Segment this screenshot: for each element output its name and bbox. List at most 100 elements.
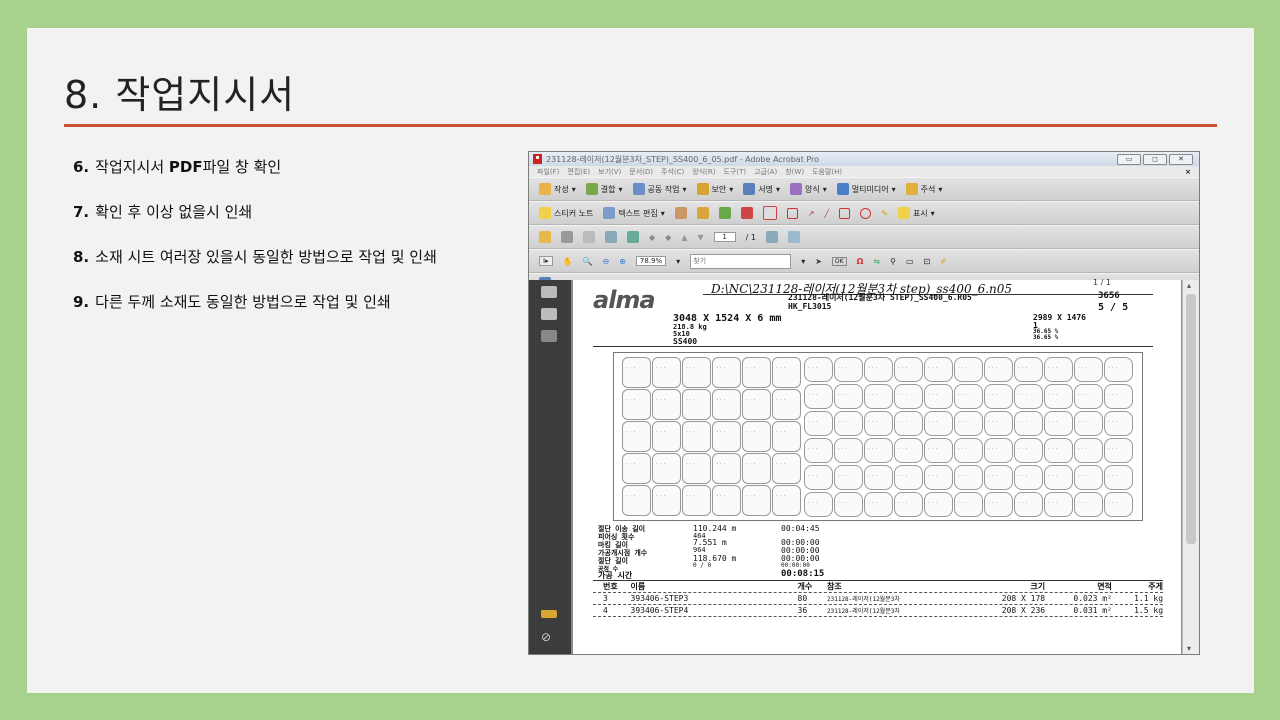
create-button[interactable]: 작성 ▾ — [539, 183, 576, 195]
hand-tool-icon[interactable]: ✋ — [563, 257, 573, 266]
menu-view[interactable]: 보기(V) — [598, 167, 621, 177]
close-document-icon[interactable]: × — [1185, 168, 1191, 176]
zoom-select[interactable]: 78.9% — [635, 256, 667, 266]
nested-part — [652, 485, 681, 516]
pages-panel-icon[interactable] — [541, 286, 557, 298]
nested-part — [804, 357, 833, 382]
ok-icon[interactable]: OK — [831, 256, 847, 266]
combine-button[interactable]: 결합 ▾ — [585, 183, 623, 195]
zoom-in-icon[interactable]: ⊕ — [619, 257, 626, 266]
zoom-out-icon[interactable]: ⊖ — [603, 257, 610, 266]
menu-tools[interactable]: 도구(T) — [723, 167, 746, 177]
scroll-down-icon[interactable]: ▾ — [1187, 644, 1191, 653]
cell-name: 393406-STEP4 — [630, 606, 689, 615]
nested-part — [864, 357, 893, 382]
secure-button[interactable]: 보안 ▾ — [696, 183, 733, 195]
link-icon[interactable]: ⇋ — [873, 257, 880, 266]
nested-part — [712, 357, 741, 388]
bookmarks-panel-icon[interactable] — [541, 308, 557, 320]
first-page-icon[interactable]: ▲ — [681, 233, 687, 242]
rectangle-tool-icon[interactable] — [786, 207, 798, 219]
comment-button[interactable]: 주석 ▾ — [905, 183, 942, 195]
menu-bar: 파일(F) 편집(E) 보기(V) 문서(D) 주석(C) 양식(R) 도구(T… — [529, 166, 1199, 177]
save-icon[interactable] — [583, 231, 595, 243]
scroll-up-icon[interactable]: ▴ — [1187, 281, 1191, 290]
previous-page-icon[interactable]: ◆ — [649, 233, 655, 242]
info-line — [593, 346, 1153, 347]
nested-part — [984, 492, 1013, 517]
sticky-note-button[interactable]: 스티커 노트 — [539, 207, 593, 219]
minimize-button[interactable]: ▭ — [1117, 153, 1141, 165]
next-page-icon[interactable]: ◆ — [665, 233, 671, 242]
fit-page-icon[interactable] — [765, 231, 778, 243]
maximize-button[interactable]: ◻ — [1143, 153, 1167, 165]
oval-tool-icon[interactable] — [860, 207, 872, 219]
scrollbar-thumb[interactable] — [1186, 294, 1196, 544]
menu-forms[interactable]: 양식(R) — [692, 167, 715, 177]
parts-table: 번호 이름 개수 참조 크기 면적 주게 3 393406-STEP3 80 2… — [593, 580, 1163, 617]
nested-part — [682, 485, 711, 516]
multimedia-button[interactable]: 멀티미디어 ▾ — [836, 183, 896, 195]
nested-part — [1074, 438, 1103, 463]
arrow-tool-icon[interactable]: ↗ — [808, 209, 815, 218]
vertical-scrollbar[interactable]: ▴ ▾ — [1182, 280, 1199, 654]
attach-icon[interactable]: ⚲ — [890, 257, 896, 266]
forms-button[interactable]: 양식 ▾ — [790, 183, 827, 195]
menu-comment[interactable]: 주석(C) — [661, 167, 684, 177]
line-tool-icon[interactable]: ╱ — [824, 209, 829, 218]
form-field-icon[interactable]: ⊡ — [924, 257, 931, 266]
nested-part — [1044, 357, 1073, 382]
field-icon[interactable]: ▭ — [906, 257, 914, 266]
toolbar-tasks: 작성 ▾ 결합 ▾ 공동 작업 ▾ 보안 ▾ 서명 ▾ 양식 ▾ 멀티미디어 ▾… — [529, 177, 1199, 201]
nested-part — [682, 421, 711, 452]
menu-window[interactable]: 창(W) — [785, 167, 804, 177]
rectangle-icon[interactable] — [839, 207, 851, 219]
marquee-zoom-icon[interactable]: 🔍 — [583, 257, 593, 266]
col-no: 번호 — [603, 582, 618, 591]
pencil-tool-icon[interactable]: ✎ — [881, 209, 888, 218]
open-folder-icon[interactable] — [539, 231, 551, 243]
window-titlebar[interactable]: ▪ 231128-레이저(12월분3차_STEP)_SS400_6_05.pdf… — [529, 152, 1199, 166]
menu-advanced[interactable]: 고급(A) — [754, 167, 777, 177]
print-icon[interactable] — [561, 231, 573, 243]
window-title: 231128-레이저(12월분3차_STEP)_SS400_6_05.pdf -… — [546, 154, 820, 164]
nested-part — [924, 465, 953, 490]
strikethrough-icon[interactable] — [740, 207, 753, 219]
select-tool-icon[interactable]: I▸ — [539, 256, 553, 266]
find-input[interactable] — [690, 253, 792, 269]
signatures-panel-icon[interactable] — [541, 330, 557, 342]
edit-form-icon[interactable]: ✐ — [940, 257, 947, 266]
highlight-icon[interactable] — [696, 207, 709, 219]
col-area: 면적 — [1097, 582, 1112, 591]
close-window-button[interactable]: ✕ — [1169, 153, 1193, 165]
text-edit-button[interactable]: 텍스트 편집 ▾ — [603, 207, 665, 219]
sign-button[interactable]: 서명 ▾ — [743, 183, 780, 195]
nested-part — [834, 384, 863, 409]
textbox-icon[interactable] — [762, 206, 777, 220]
find-dropdown-icon[interactable]: ▾ — [801, 257, 805, 266]
show-button[interactable]: 표시 ▾ — [897, 207, 935, 219]
full-screen-icon[interactable] — [787, 231, 800, 243]
nested-part — [622, 453, 651, 484]
menu-document[interactable]: 문서(D) — [629, 167, 653, 177]
menu-file[interactable]: 파일(F) — [537, 167, 559, 177]
page-number-input[interactable]: 1 — [713, 232, 736, 242]
form-icon — [790, 183, 802, 195]
text-edit-icon — [603, 207, 616, 219]
zoom-dropdown-icon[interactable]: ▾ — [676, 257, 680, 266]
magnet-icon[interactable]: Ω — [857, 257, 864, 266]
comments-panel-icon[interactable] — [541, 610, 557, 618]
upload-icon[interactable] — [627, 231, 639, 243]
menu-edit[interactable]: 편집(E) — [567, 167, 590, 177]
cursor-tool-icon[interactable]: ➤ — [815, 257, 822, 266]
underline-icon[interactable] — [718, 207, 731, 219]
last-page-icon[interactable]: ▼ — [697, 233, 703, 242]
attachments-panel-icon[interactable]: ⊘ — [541, 630, 551, 644]
email-icon[interactable] — [605, 231, 617, 243]
collaborate-button[interactable]: 공동 작업 ▾ — [632, 183, 687, 195]
cell-area: 0.023 m² — [1073, 594, 1112, 603]
stamp-icon[interactable] — [674, 207, 687, 219]
nested-part — [1104, 438, 1133, 463]
pdf-icon: ▪ — [533, 154, 542, 164]
menu-help[interactable]: 도움말(H) — [812, 167, 842, 177]
